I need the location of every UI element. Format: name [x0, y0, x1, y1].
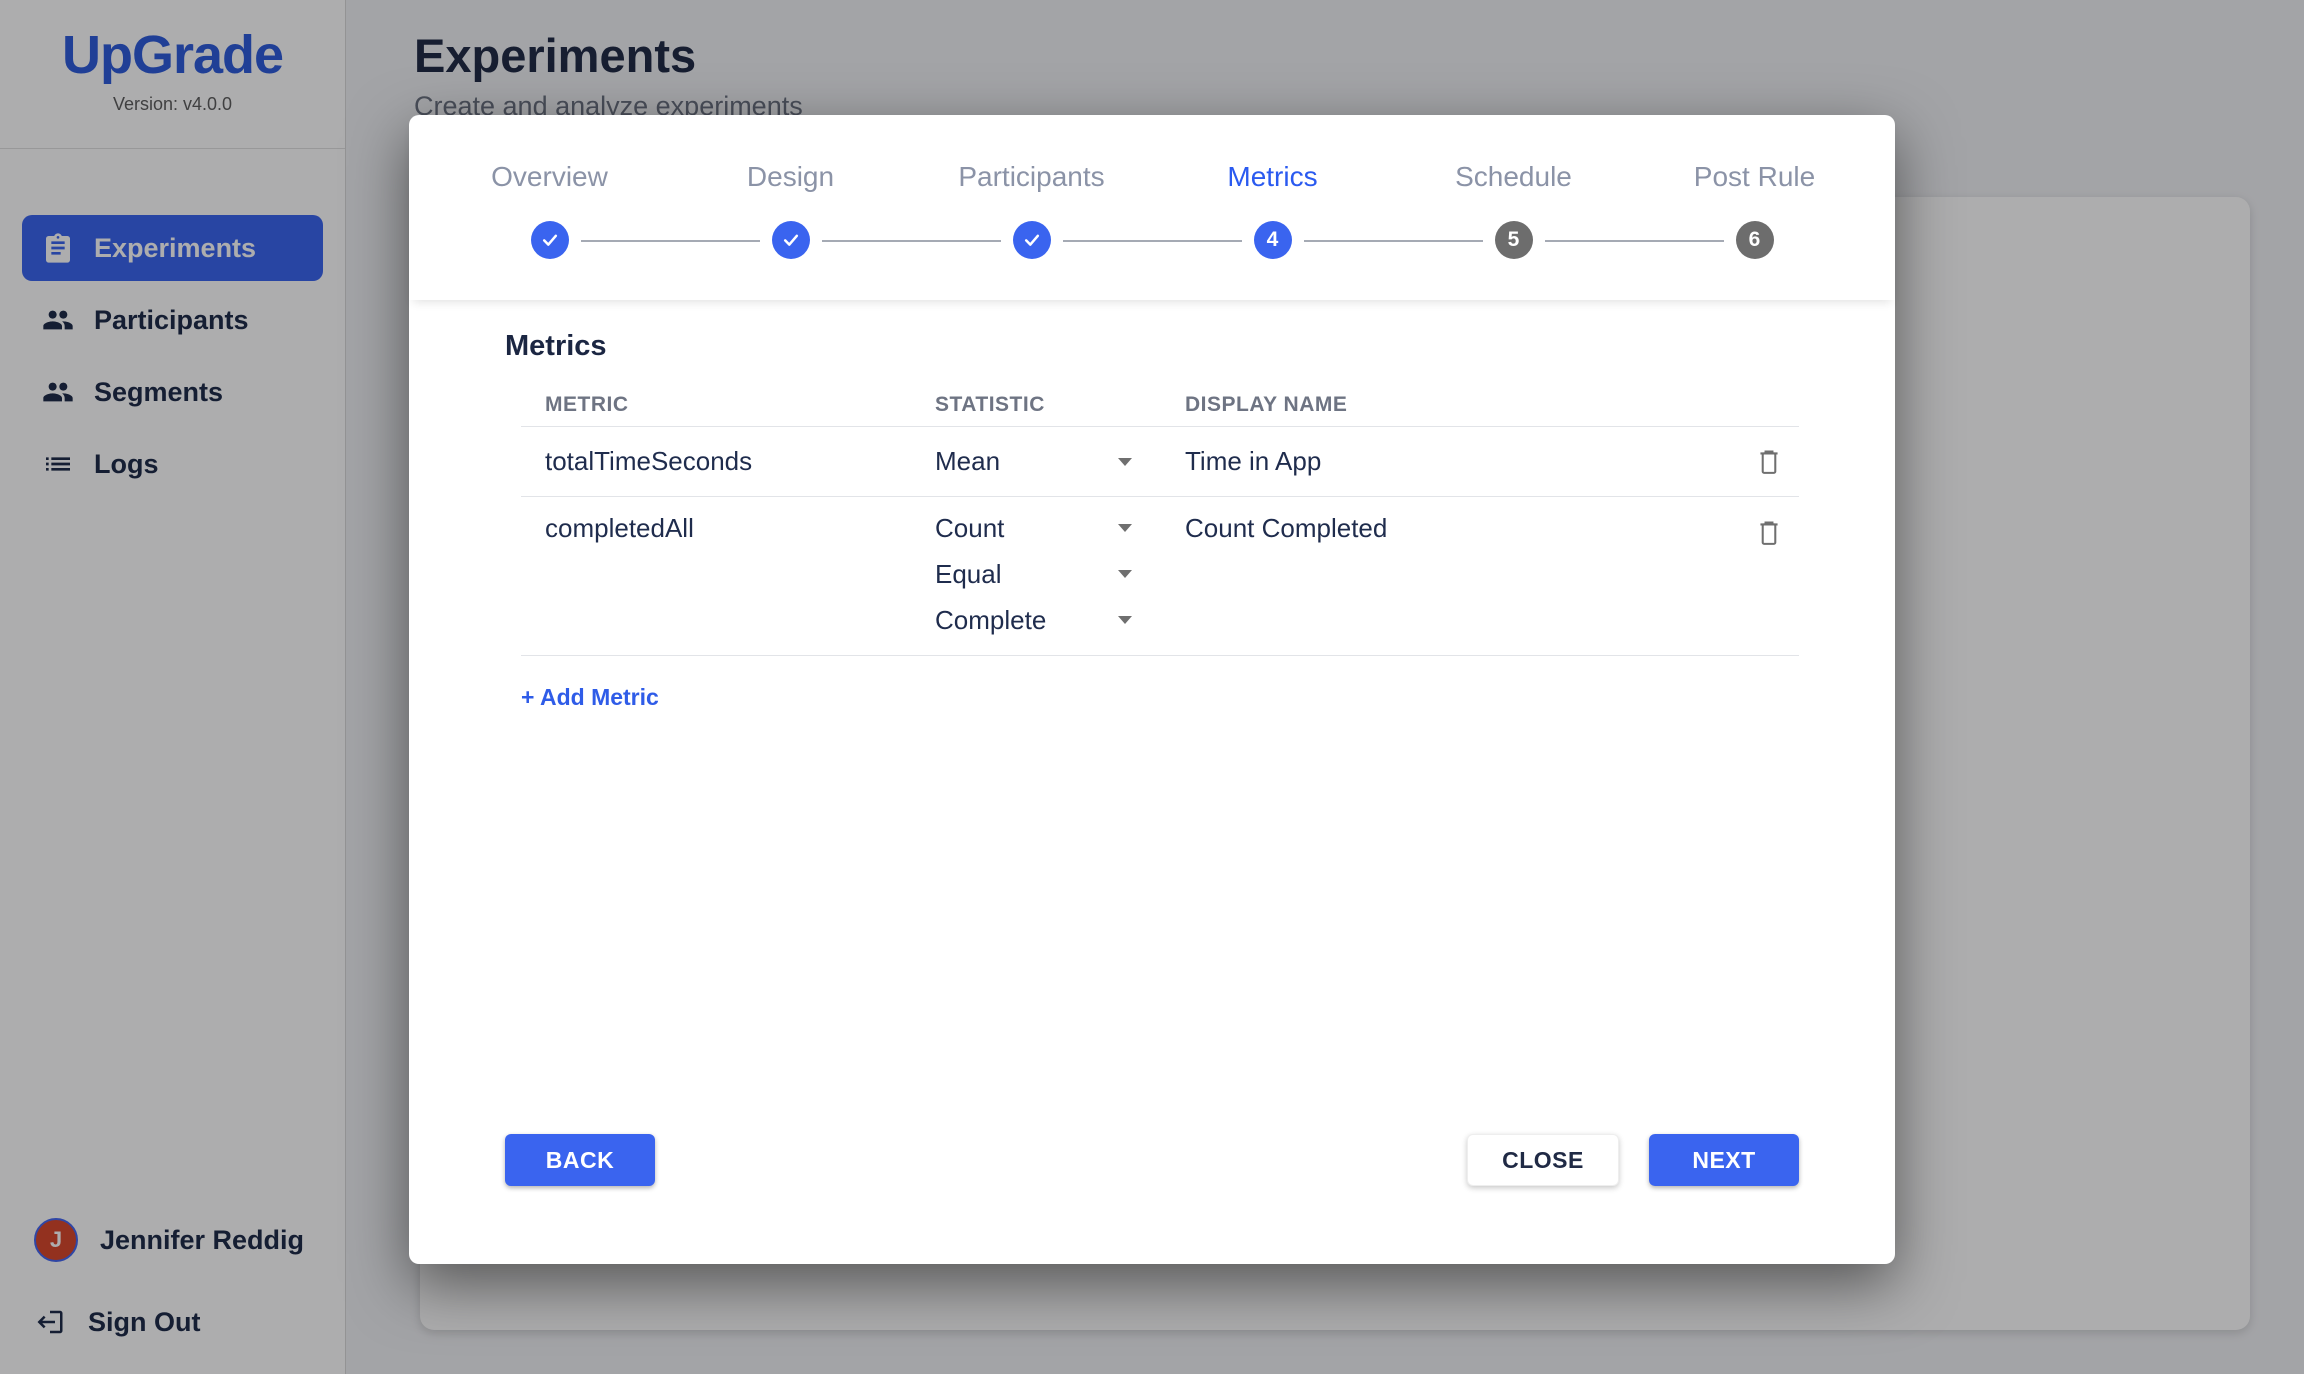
trash-icon: [1755, 517, 1783, 549]
column-header-display-name: DISPLAY NAME: [1161, 393, 1739, 417]
statistic-select[interactable]: Complete: [935, 597, 1140, 643]
display-name: Time in App: [1161, 446, 1739, 477]
dropdown-arrow-icon: [1118, 458, 1132, 466]
back-button[interactable]: BACK: [505, 1134, 655, 1186]
step-done-check-icon[interactable]: [531, 221, 569, 259]
statistic-select-value: Equal: [935, 559, 1002, 590]
statistic-select-value: Complete: [935, 605, 1046, 636]
step-label-participants[interactable]: Participants: [911, 157, 1152, 197]
step-label-post-rule[interactable]: Post Rule: [1634, 157, 1875, 197]
metrics-step-body: Metrics METRIC STATISTIC DISPLAY NAME to…: [409, 300, 1895, 1134]
actions-cell: [1739, 442, 1799, 481]
close-button[interactable]: CLOSE: [1467, 1134, 1619, 1186]
statistic-select[interactable]: Mean: [935, 439, 1140, 485]
statistic-select-value: Count: [935, 513, 1004, 544]
trash-icon: [1755, 446, 1783, 478]
statistic-select-value: Mean: [935, 446, 1000, 477]
delete-metric-button[interactable]: [1755, 442, 1783, 481]
table-row: completedAll Count Equal Complete: [521, 497, 1799, 656]
column-header-statistic: STATISTIC: [911, 393, 1161, 417]
new-experiment-dialog: Overview Design Participants Metrics Sch…: [409, 115, 1895, 1264]
delete-metric-button[interactable]: [1755, 513, 1783, 552]
statistic-select[interactable]: Equal: [935, 551, 1140, 597]
add-metric-button[interactable]: + Add Metric: [521, 684, 659, 711]
stepper: Overview Design Participants Metrics Sch…: [409, 115, 1895, 300]
step-label-schedule[interactable]: Schedule: [1393, 157, 1634, 197]
statistic-select[interactable]: Count: [935, 505, 1140, 551]
step-number-badge[interactable]: 5: [1495, 221, 1533, 259]
step-label-overview[interactable]: Overview: [429, 157, 670, 197]
section-title: Metrics: [505, 330, 1799, 363]
step-label-metrics[interactable]: Metrics: [1152, 157, 1393, 197]
step-done-check-icon[interactable]: [772, 221, 810, 259]
step-circle-post-rule: 6: [1634, 221, 1875, 259]
stepper-track: 4 5 6: [429, 221, 1875, 259]
statistic-cell: Count Equal Complete: [911, 505, 1161, 643]
step-number-badge[interactable]: 6: [1736, 221, 1774, 259]
table-header-row: METRIC STATISTIC DISPLAY NAME: [521, 383, 1799, 427]
display-name: Count Completed: [1161, 505, 1739, 551]
step-number-badge[interactable]: 4: [1254, 221, 1292, 259]
table-row: totalTimeSeconds Mean Time in App: [521, 427, 1799, 497]
next-button[interactable]: NEXT: [1649, 1134, 1799, 1186]
metrics-table: METRIC STATISTIC DISPLAY NAME totalTimeS…: [521, 383, 1799, 656]
step-done-check-icon[interactable]: [1013, 221, 1051, 259]
dropdown-arrow-icon: [1118, 616, 1132, 624]
dropdown-arrow-icon: [1118, 570, 1132, 578]
actions-cell: [1739, 505, 1799, 552]
column-header-metric: METRIC: [521, 393, 911, 417]
metric-name: totalTimeSeconds: [521, 446, 911, 477]
stepper-labels: Overview Design Participants Metrics Sch…: [429, 157, 1875, 197]
dropdown-arrow-icon: [1118, 524, 1132, 532]
step-label-design[interactable]: Design: [670, 157, 911, 197]
metric-name: completedAll: [521, 505, 911, 551]
statistic-cell: Mean: [911, 439, 1161, 485]
dialog-footer: BACK CLOSE NEXT: [409, 1134, 1895, 1264]
